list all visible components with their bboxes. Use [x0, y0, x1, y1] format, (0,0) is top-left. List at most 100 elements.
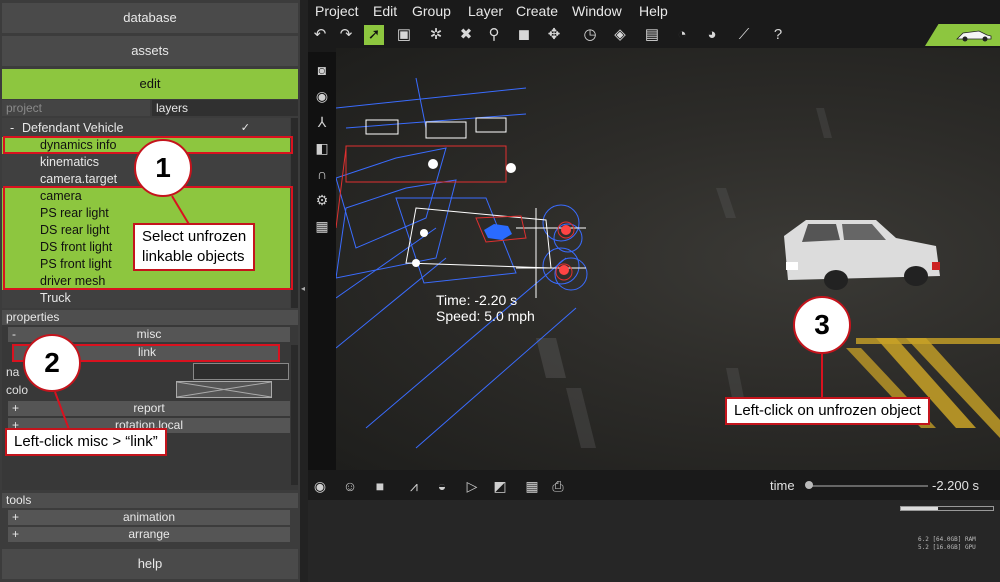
speed-icon[interactable]: ◕ — [702, 25, 722, 45]
expand-toggle[interactable]: + — [12, 401, 19, 416]
expand-toggle[interactable]: + — [12, 527, 19, 542]
misc-label: misc — [136, 327, 162, 341]
lane-marking — [566, 388, 596, 448]
collapse-arrow-icon[interactable]: ◂ — [301, 284, 305, 293]
tree-item-label: camera — [40, 189, 82, 203]
tree-item-label: DS rear light — [40, 223, 110, 237]
axes-icon[interactable]: ⅄ — [312, 112, 332, 132]
animation-section[interactable]: + animation — [8, 510, 290, 525]
camera-view-icon[interactable]: ◙ — [312, 60, 332, 80]
speed-readout: Speed: 5.0 mph — [436, 308, 535, 324]
time-label: time — [770, 478, 795, 493]
time-slider-handle[interactable] — [805, 481, 813, 489]
assets-button[interactable]: assets — [2, 36, 298, 66]
tree-item-label: driver mesh — [40, 274, 106, 288]
menu-create[interactable]: Create — [516, 3, 558, 19]
ram-usage-text: 6.2 [64.0GB] RAM — [918, 536, 976, 543]
time-speed-readout: Time: -2.20 s Speed: 5.0 mph — [436, 292, 535, 324]
panel-tabs: project layers — [2, 100, 298, 116]
color-swatch[interactable] — [176, 381, 272, 398]
head-icon[interactable]: ☺ — [340, 476, 360, 496]
menu-project[interactable]: Project — [315, 3, 359, 19]
play-icon[interactable]: ▷ — [462, 476, 482, 496]
white-truck[interactable] — [784, 220, 940, 290]
callout-text-line: Select unfrozen — [142, 228, 247, 245]
box-select-icon[interactable]: ▣ — [394, 25, 414, 45]
time-value: -2.200 s — [932, 478, 979, 493]
stop-square-icon[interactable]: ■ — [370, 476, 390, 496]
memory-usage-fill — [901, 507, 938, 510]
menu-window[interactable]: Window — [572, 3, 622, 19]
gear-icon[interactable]: ⚙ — [312, 190, 332, 210]
gauge-icon[interactable]: ◔ — [672, 25, 692, 45]
light-marker — [428, 159, 438, 169]
menu-edit[interactable]: Edit — [373, 3, 397, 19]
delete-icon[interactable]: ✖ — [456, 25, 476, 45]
magnet-icon[interactable]: ∩ — [312, 164, 332, 184]
panel-icon[interactable]: ▤ — [642, 25, 662, 45]
callout-number-1: 1 — [134, 139, 192, 197]
grid-icon[interactable]: ▦ — [312, 216, 332, 236]
cube-icon[interactable]: ◼ — [514, 25, 534, 45]
time-slider[interactable] — [808, 485, 928, 487]
select-arrow-icon[interactable]: ➚ — [364, 25, 384, 45]
arrange-label: arrange — [128, 527, 170, 541]
tree-item-label: PS rear light — [40, 206, 109, 220]
report-section[interactable]: + report — [8, 401, 290, 416]
clock-icon[interactable]: ◷ — [580, 25, 600, 45]
tree-item-driver-mesh[interactable]: driver mesh — [2, 273, 290, 290]
tree-root-defendant-vehicle[interactable]: - Defendant Vehicle ✓ — [2, 120, 290, 137]
panel-splitter[interactable]: ◂ — [300, 0, 308, 582]
help-icon[interactable]: ? — [768, 25, 788, 45]
driver-mesh-model — [484, 224, 512, 240]
tab-layers[interactable]: layers — [152, 100, 298, 116]
tab-project[interactable]: project — [2, 100, 150, 116]
timeline-bar: ◉ ☺ ■ ⩘ ◒ ▷ ◩ ▦ ⎙ time -2.200 s — [308, 470, 1000, 500]
print-icon[interactable]: ⎙ — [548, 476, 568, 496]
graph-icon[interactable]: ⩘ — [404, 476, 424, 496]
lower-panel: 6.2 [64.0GB] RAM 5.2 [16.0GB] GPU — [308, 500, 1000, 582]
callout-text-line: linkable objects — [142, 248, 245, 265]
name-field[interactable] — [193, 363, 289, 380]
report-label: report — [133, 401, 165, 415]
expand-toggle[interactable]: + — [12, 510, 19, 525]
light-marker — [412, 259, 420, 267]
lane-marking — [716, 188, 736, 218]
callout-text-2: Left-click misc > “link” — [5, 428, 167, 456]
toolbar: ↶ ↷ ➚ ▣ ✲ ✖ ⚲ ◼ ✥ ◷ ◈ ▤ ◔ ◕ ⟋ ? — [308, 22, 1000, 48]
tree-item-ps-rear-light[interactable]: PS rear light — [2, 205, 290, 222]
menu-layer[interactable]: Layer — [468, 3, 503, 19]
measure-icon[interactable]: ⟋ — [734, 25, 754, 45]
lane-marking — [536, 338, 566, 378]
menu-group[interactable]: Group — [412, 3, 451, 19]
menu-help[interactable]: Help — [639, 3, 668, 19]
undo-icon[interactable]: ↶ — [310, 25, 330, 45]
redo-icon[interactable]: ↷ — [336, 25, 356, 45]
move-icon[interactable]: ✥ — [544, 25, 564, 45]
keyframe-icon[interactable]: ◩ — [490, 476, 510, 496]
edit-button[interactable]: edit — [2, 69, 298, 99]
ground-tool-icon[interactable]: ✲ — [426, 25, 446, 45]
dynamics-icon[interactable]: ◒ — [432, 476, 452, 496]
tree-item-label: DS front light — [40, 240, 113, 254]
collapse-toggle[interactable]: - — [12, 327, 16, 342]
callout-text-3: Left-click on unfrozen object — [725, 397, 930, 425]
tag-icon[interactable]: ◈ — [610, 25, 630, 45]
tree-item-label: camera.target — [40, 172, 118, 186]
arrange-section[interactable]: + arrange — [8, 527, 290, 542]
frame-icon[interactable]: ◧ — [312, 138, 332, 158]
tree-item-truck[interactable]: Truck — [2, 290, 290, 307]
calculator-icon[interactable]: ▦ — [522, 476, 542, 496]
record-icon[interactable]: ◉ — [310, 476, 330, 496]
zoom-icon[interactable]: ⚲ — [484, 25, 504, 45]
tree-scrollbar[interactable] — [291, 118, 298, 308]
callout-number-3: 3 — [793, 296, 851, 354]
help-button[interactable]: help — [2, 549, 298, 579]
orbit-icon[interactable]: ◉ — [312, 86, 332, 106]
properties-scrollbar[interactable] — [291, 345, 298, 485]
tree-item-label: PS front light — [40, 257, 112, 271]
light-marker — [420, 229, 428, 237]
collapse-toggle[interactable]: - — [10, 120, 14, 137]
check-icon[interactable]: ✓ — [241, 120, 250, 137]
database-button[interactable]: database — [2, 3, 298, 33]
